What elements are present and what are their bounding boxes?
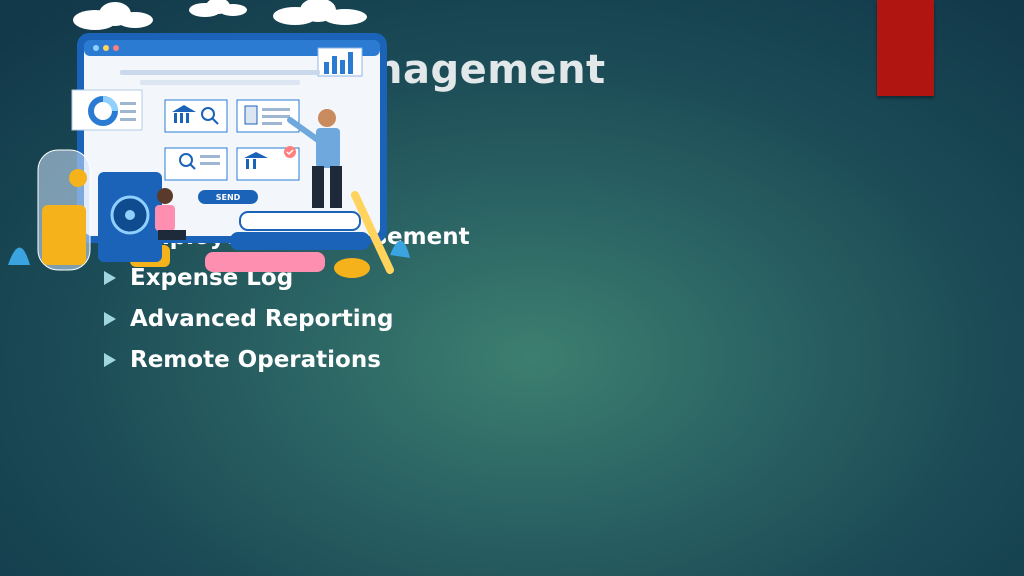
bullet-item: Remote Operations xyxy=(104,339,470,380)
vault-icon xyxy=(98,172,162,262)
bullet-text: Advanced Reporting xyxy=(130,305,394,332)
document-icon xyxy=(236,99,300,133)
send-label: SEND xyxy=(216,193,241,202)
bullet-item: Advanced Reporting xyxy=(104,298,470,339)
donut-chart-icon xyxy=(71,89,143,131)
bullet-text: Remote Operations xyxy=(130,346,381,373)
finance-illustration: SEND xyxy=(8,0,410,278)
slide: Expense Management Feature Employee Reim… xyxy=(0,0,1024,576)
bank-icon xyxy=(164,99,228,133)
bullet-arrow-icon xyxy=(104,352,116,367)
accent-tab xyxy=(877,0,934,96)
bullet-arrow-icon xyxy=(104,311,116,326)
search-icon xyxy=(164,147,228,181)
checkmark-icon xyxy=(236,146,300,181)
cloud-icon xyxy=(73,0,367,30)
